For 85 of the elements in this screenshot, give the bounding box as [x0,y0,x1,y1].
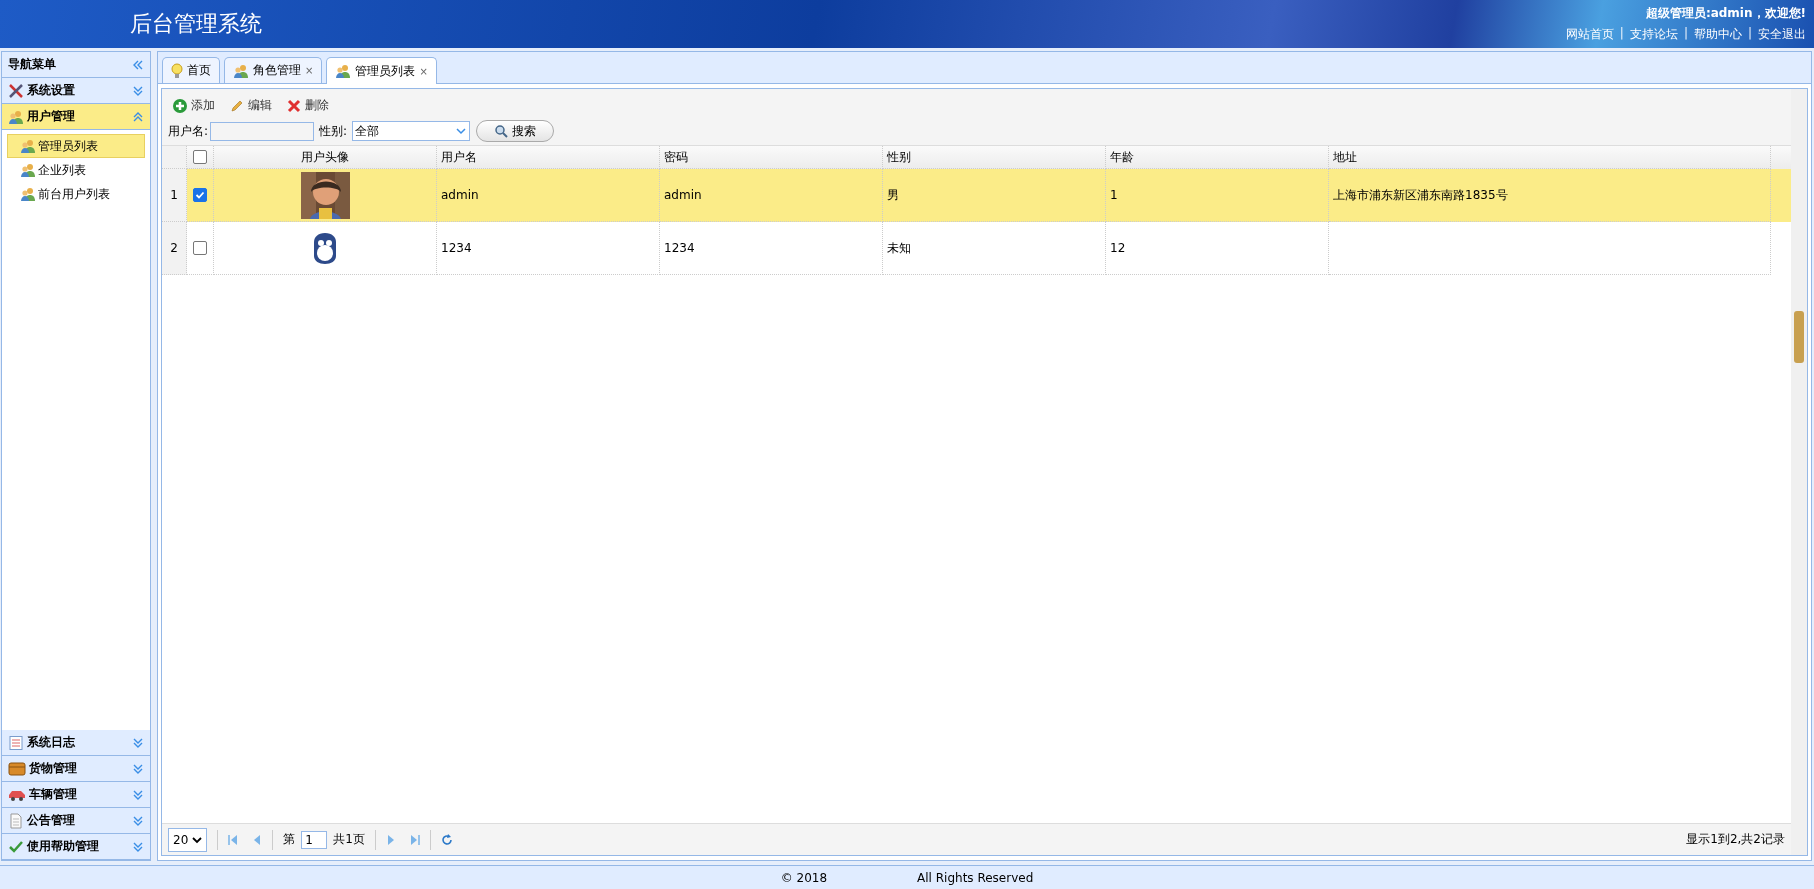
lightbulb-icon [171,62,183,79]
menu-group[interactable]: 使用帮助管理 [2,834,150,860]
row-checkbox[interactable] [193,241,207,255]
page-count: 共1页 [333,831,365,848]
menu-group[interactable]: 用户管理 [2,104,150,130]
menu-group[interactable]: 系统设置 [2,78,150,104]
users-icon [20,162,36,178]
menu-group[interactable]: 系统日志 [2,730,150,756]
menu-group[interactable]: 公告管理 [2,808,150,834]
tab[interactable]: 首页 [162,57,220,83]
users-icon [335,63,352,79]
field-label: 性别: [319,122,348,140]
toolbar-button[interactable]: 编辑 [229,97,272,114]
expand-icon[interactable] [132,736,144,749]
header-link[interactable]: 安全退出 [1758,26,1806,43]
close-icon[interactable]: × [419,65,428,77]
next-page-icon[interactable] [385,833,396,846]
users-icon [8,108,24,125]
document-icon [8,812,24,829]
refresh-icon[interactable] [440,833,453,846]
expand-icon[interactable] [132,84,144,97]
rights-text: All Rights Reserved [917,871,1034,885]
search-button[interactable]: 搜索 [476,120,555,142]
tab[interactable]: 管理员列表 × [326,57,437,84]
first-page-icon[interactable] [228,833,239,846]
menu-item[interactable]: 企业列表 [7,158,145,182]
collapse-icon[interactable] [132,110,144,123]
close-icon[interactable]: × [305,65,314,76]
expand-icon[interactable] [132,814,144,827]
table-cell: 12 [1110,241,1126,255]
tab[interactable]: 角色管理 × [224,57,323,83]
table-cell: 男 [887,186,899,204]
select-all-checkbox[interactable] [193,150,207,164]
users-icon [20,138,36,154]
expand-icon[interactable] [132,840,144,853]
table-cell: 未知 [887,239,911,257]
collapse-sidebar-icon[interactable] [132,58,144,71]
table-cell: 上海市浦东新区浦东南路1835号 [1333,186,1508,204]
menu-group[interactable]: 货物管理 [2,756,150,782]
table-cell: 1234 [441,241,472,255]
users-icon [20,186,36,202]
sidebar-title: 导航菜单 [8,56,57,73]
users-icon [233,62,249,79]
checkmark-icon [195,190,205,200]
table-cell: admin [664,188,702,202]
monkey-icon [312,231,338,265]
expand-icon[interactable] [132,788,144,801]
box-icon [8,760,26,777]
table-row[interactable]: 2 1234 1234 未知 12 [162,222,1791,275]
link-separator: | [1747,26,1752,42]
expand-icon[interactable] [132,762,144,775]
delete-icon [286,97,302,114]
table-cell: admin [441,188,479,202]
menu-item[interactable]: 前台用户列表 [7,182,145,206]
search-icon [494,124,509,138]
toolbar-button[interactable]: 添加 [172,97,215,114]
scrollbar[interactable] [1791,89,1807,855]
row-number: 2 [162,222,187,275]
page-label: 第 [283,831,296,848]
username-input[interactable] [210,121,315,141]
page-size-select[interactable]: 20 [168,827,208,852]
gender-select[interactable]: 全部 [352,121,471,141]
app-title: 后台管理系统 [130,10,262,38]
welcome-text: 超级管理员:admin，欢迎您! [1645,5,1806,22]
menu-group[interactable]: 车辆管理 [2,782,150,808]
link-separator: | [1619,26,1624,42]
row-number: 1 [162,169,187,222]
log-icon [8,734,24,751]
table-cell: 1234 [664,241,695,255]
table-row[interactable]: 1 admin admin 男 1 上海市浦东新区浦东南路1835号 [162,169,1791,222]
page-input[interactable]: 1 [301,830,328,849]
previous-page-icon[interactable] [252,833,263,846]
field-label: 用户名: [168,122,209,140]
link-separator: | [1683,26,1688,42]
tools-icon [8,82,24,99]
menu-item[interactable]: 管理员列表 [7,134,145,158]
last-page-icon[interactable] [409,833,420,846]
record-summary: 显示1到2,共2记录 [1686,831,1785,848]
header-link[interactable]: 帮助中心 [1693,26,1742,43]
toolbar-button[interactable]: 删除 [286,97,329,114]
add-icon [172,97,188,114]
copyright-text: © 2018 [780,871,828,885]
header-link[interactable]: 支持论坛 [1629,26,1678,43]
table-cell: 1 [1110,188,1118,202]
row-checkbox[interactable] [193,188,207,202]
